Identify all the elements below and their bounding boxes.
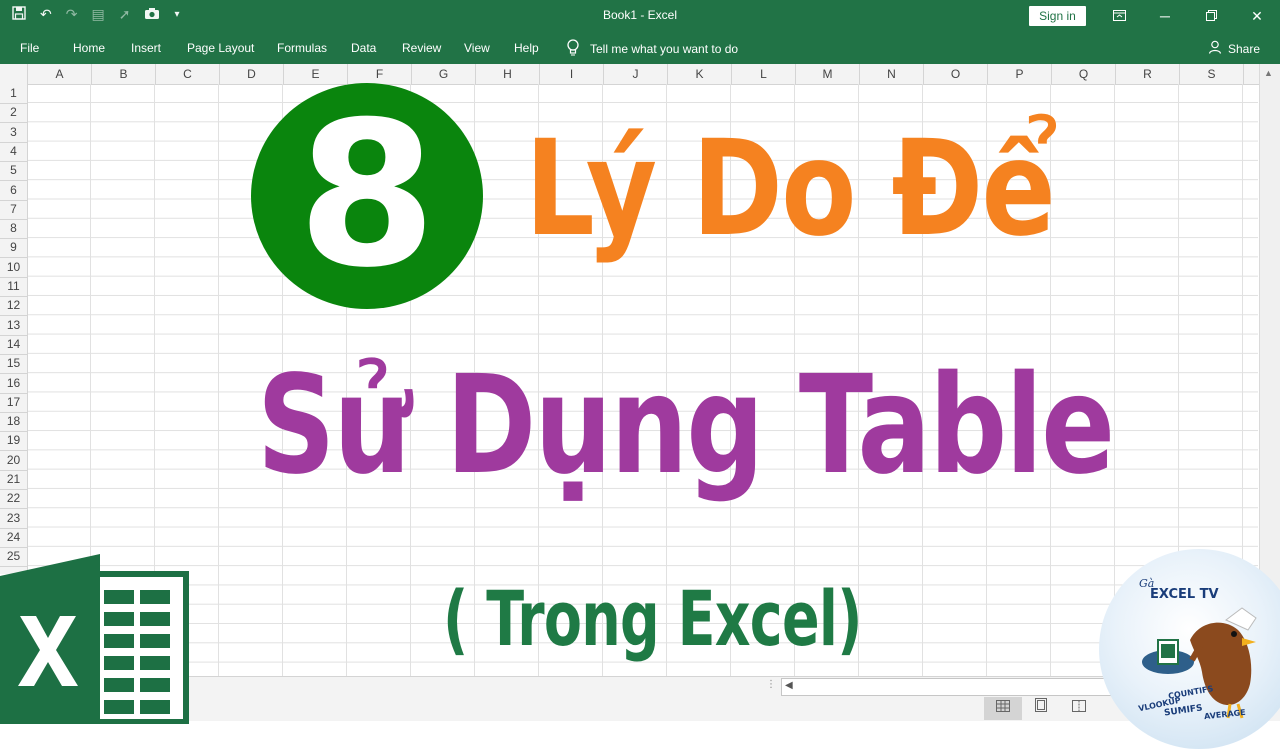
column-header-n[interactable]: N [860,64,924,84]
column-header-g[interactable]: G [412,64,476,84]
row-header[interactable]: 15 [0,354,27,375]
scroll-up-icon[interactable]: ▲ [1264,68,1273,78]
horizontal-scrollbar[interactable]: ◀ [781,678,1123,696]
row-header[interactable]: 16 [0,374,27,394]
row-header[interactable]: 5 [0,161,27,182]
tab-file[interactable]: File [20,41,39,55]
sign-in-button[interactable]: Sign in [1029,6,1086,26]
column-header-b[interactable]: B [92,64,156,84]
scroll-left-icon[interactable]: ◀ [785,680,793,691]
column-header-o[interactable]: O [924,64,988,84]
title-bar: ↶ ↷ ▤ ➚ ▾ Book1 - Excel Sign in ─ ✕ [0,0,1280,32]
window-title: Book1 - Excel [602,8,678,22]
more-icon[interactable]: ⋮ [766,679,776,690]
row-header[interactable]: 18 [0,412,27,433]
row-header[interactable]: 25 [0,547,27,568]
row-header[interactable]: 22 [0,489,27,510]
ribbon-tabs: File Home Insert Page Layout Formulas Da… [0,32,1280,64]
ribbon-display-icon[interactable] [1096,0,1142,32]
row-header[interactable]: 3 [0,123,27,143]
lightbulb-icon [566,39,580,59]
tab-page-layout[interactable]: Page Layout [187,41,254,55]
row-header[interactable]: 7 [0,200,27,220]
page-layout-view-icon[interactable] [1022,697,1060,720]
row-header[interactable]: 21 [0,470,27,490]
column-header-f[interactable]: F [348,64,412,84]
column-header-m[interactable]: M [796,64,860,84]
column-header-j[interactable]: J [604,64,668,84]
column-header-k[interactable]: K [668,64,732,84]
column-headers: A B C D E F G H I J K L M N O P Q R S [0,64,1280,85]
column-header-i[interactable]: I [540,64,604,84]
share-button[interactable]: Share [1208,40,1260,57]
share-label: Share [1228,41,1261,56]
row-header[interactable]: 24 [0,528,27,548]
column-header-p[interactable]: P [988,64,1052,84]
window-controls: ─ ✕ [1096,0,1280,32]
cell-grid[interactable] [28,84,1258,676]
vertical-scrollbar[interactable]: ▲ [1259,64,1280,676]
column-header-c[interactable]: C [156,64,220,84]
tell-me-text: Tell me what you want to do [590,42,739,56]
column-header-a[interactable]: A [28,64,92,84]
row-header[interactable]: 23 [0,509,27,529]
tab-review[interactable]: Review [402,41,441,55]
tab-help[interactable]: Help [514,41,539,55]
page-break-view-icon[interactable] [1060,697,1098,720]
column-header-h[interactable]: H [476,64,540,84]
tell-me-box[interactable]: Tell me what you want to do [566,39,738,59]
person-icon [1208,40,1222,57]
tab-home[interactable]: Home [73,41,105,55]
row-header[interactable]: 14 [0,335,27,355]
row-header[interactable]: 20 [0,451,27,471]
minimize-icon[interactable]: ─ [1142,0,1188,32]
select-all-corner[interactable] [0,64,28,84]
row-header[interactable]: 1 [0,84,27,104]
column-header-d[interactable]: D [220,64,284,84]
column-header-r[interactable]: R [1116,64,1180,84]
row-header[interactable]: 19 [0,431,27,452]
view-buttons [984,697,1098,720]
column-header-s[interactable]: S [1180,64,1244,84]
column-header-q[interactable]: Q [1052,64,1116,84]
row-header[interactable]: 11 [0,277,27,297]
row-header[interactable]: 4 [0,142,27,162]
row-header[interactable]: 2 [0,103,27,124]
close-icon[interactable]: ✕ [1234,0,1280,32]
row-header[interactable]: 10 [0,258,27,278]
tab-view[interactable]: View [464,41,490,55]
row-header[interactable]: 17 [0,393,27,413]
tab-formulas[interactable]: Formulas [277,41,327,55]
row-header[interactable]: 9 [0,238,27,259]
row-headers: 1 2 3 4 5 6 7 8 9 10 11 12 13 14 15 16 1… [0,84,28,574]
tab-data[interactable]: Data [351,41,376,55]
column-header-e[interactable]: E [284,64,348,84]
restore-icon[interactable] [1188,0,1234,32]
row-header[interactable]: 13 [0,316,27,336]
row-header[interactable]: 12 [0,296,27,317]
normal-view-icon[interactable] [984,697,1022,720]
tab-insert[interactable]: Insert [131,41,161,55]
row-header[interactable]: 6 [0,181,27,201]
row-header[interactable]: 8 [0,219,27,240]
column-header-l[interactable]: L [732,64,796,84]
status-bar [0,697,1280,720]
